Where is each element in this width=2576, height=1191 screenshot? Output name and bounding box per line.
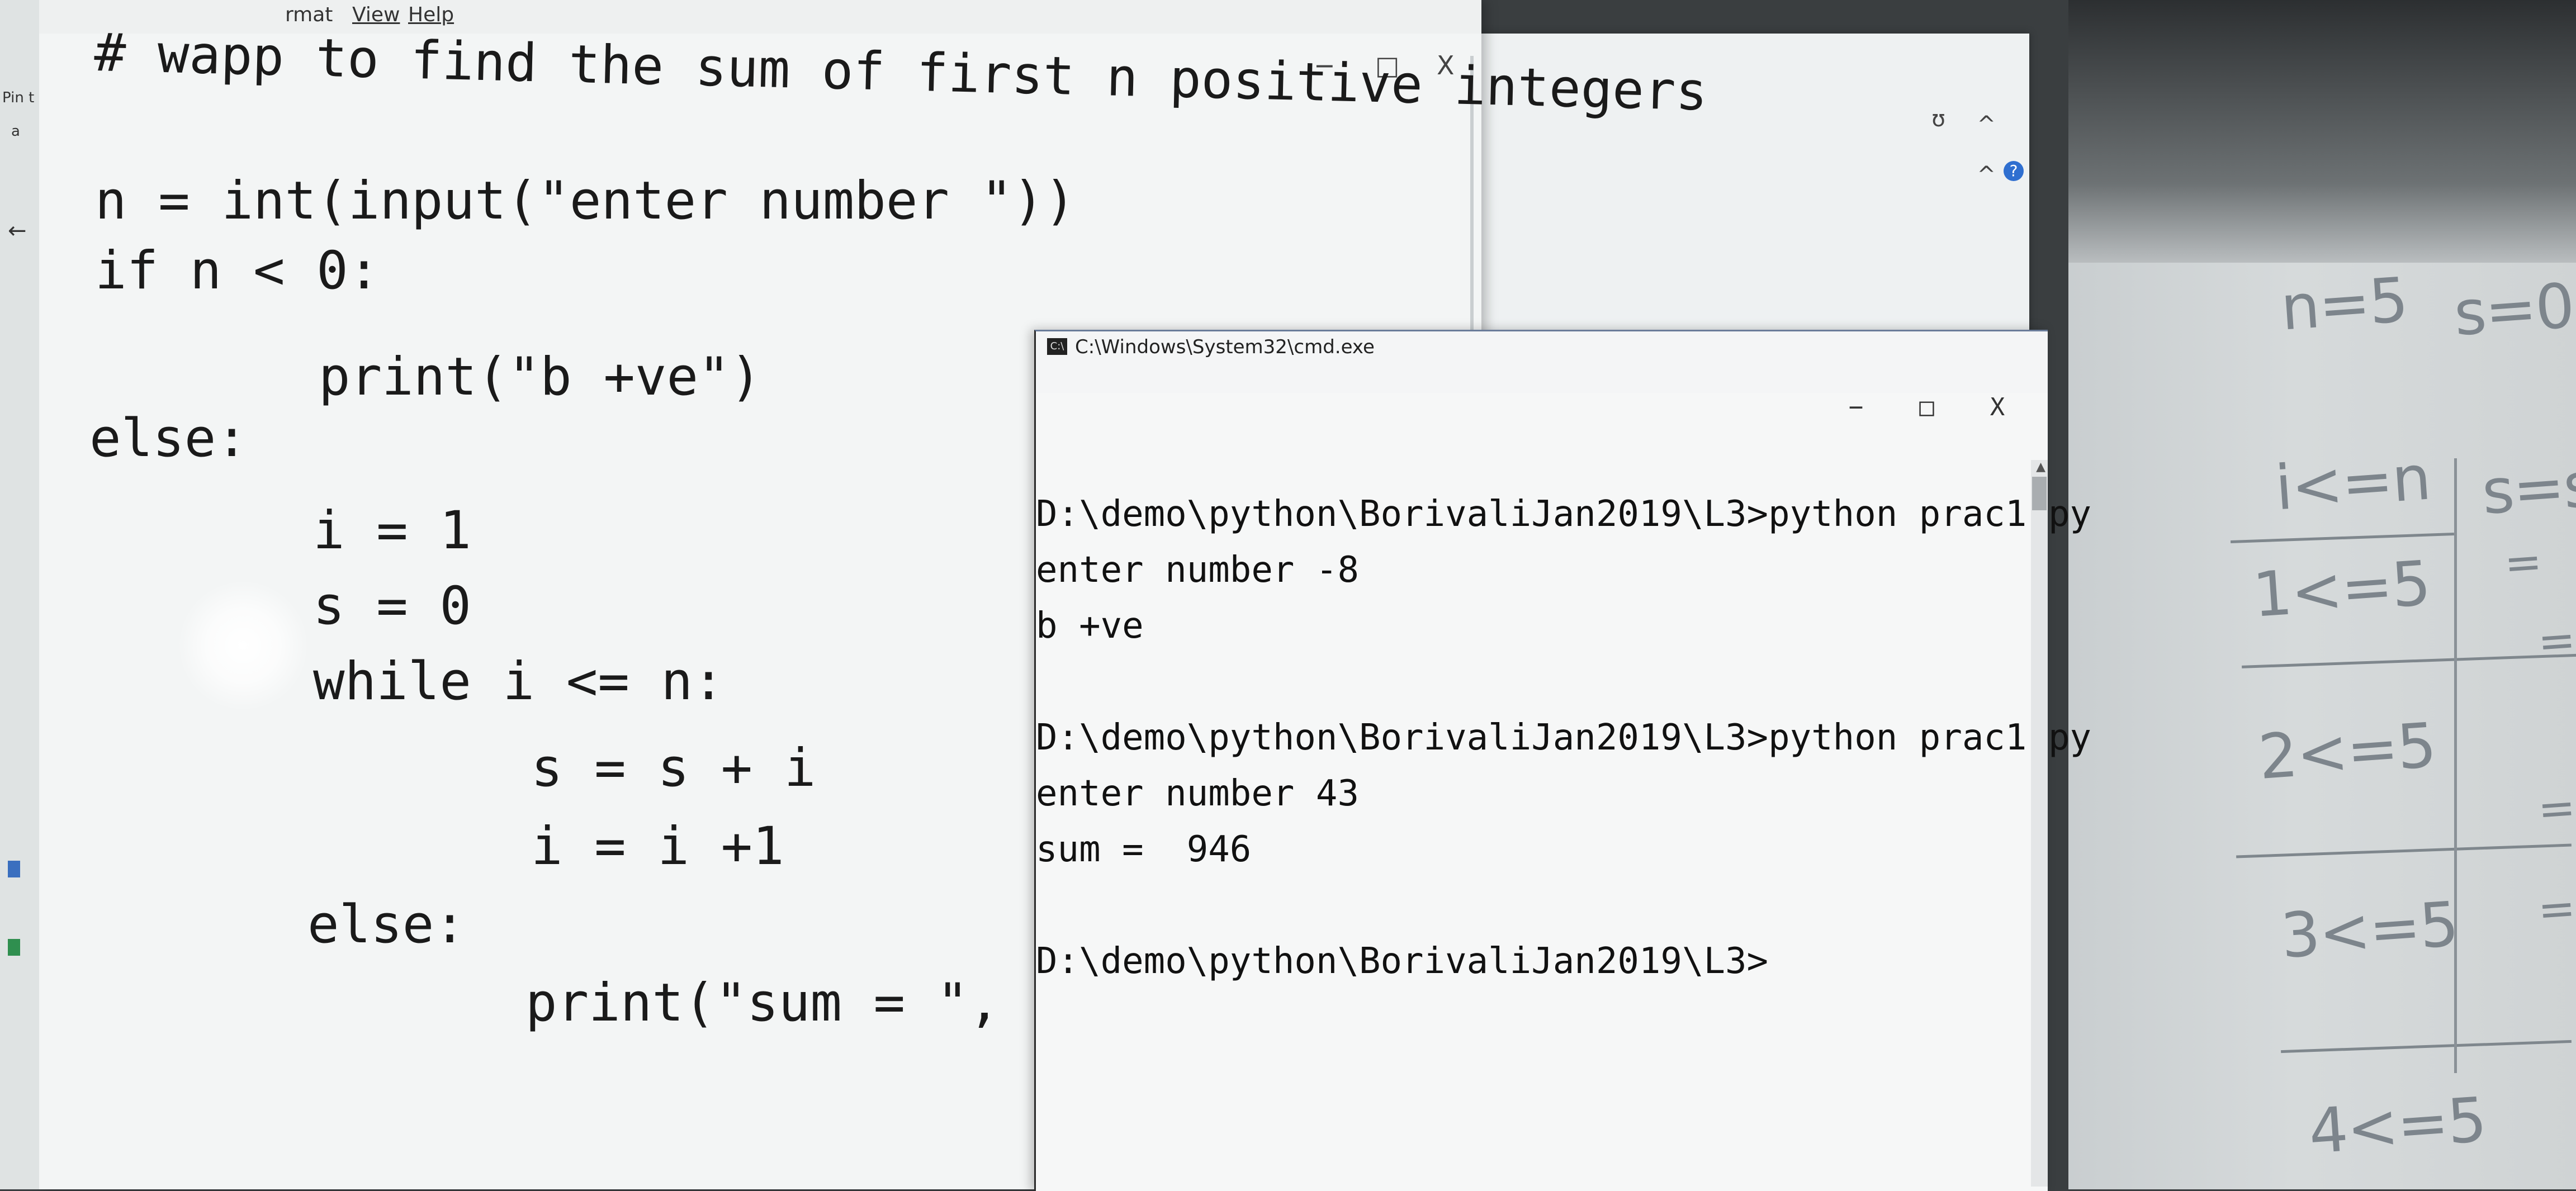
code-line-7[interactable]: s = 0 xyxy=(313,576,471,637)
cmd-window-controls: − □ X xyxy=(1828,393,2025,421)
menu-help[interactable]: Help xyxy=(408,3,454,26)
code-line-8[interactable]: while i <= n: xyxy=(313,651,724,712)
board-note: i<=n xyxy=(2272,442,2432,524)
code-line-6[interactable]: i = 1 xyxy=(313,500,471,561)
left-side-strip: Pin t a ← xyxy=(0,0,39,1189)
cmd-window: C:\ C:\Windows\System32\cmd.exe − □ X D:… xyxy=(1034,330,2091,1191)
menu-view[interactable]: View xyxy=(352,3,400,26)
chevron-up-icon[interactable]: ^ xyxy=(1977,112,1996,137)
cmd-minimize-button[interactable]: − xyxy=(1828,393,1884,421)
board-note: = xyxy=(2536,613,2576,668)
cmd-output-line: D:\demo\python\BorivaliJan2019\L3>python… xyxy=(1036,494,2092,535)
code-line-4[interactable]: print("b +ve") xyxy=(319,347,761,407)
cmd-output-line: b +ve xyxy=(1036,605,1144,647)
taskbar-app-icon[interactable] xyxy=(8,861,20,877)
cmd-scrollbar[interactable] xyxy=(2031,460,2048,1187)
cmd-prompt-line[interactable]: D:\demo\python\BorivaliJan2019\L3> xyxy=(1036,941,1768,982)
pin-label[interactable]: Pin t xyxy=(2,89,34,106)
code-line-3[interactable]: if n < 0: xyxy=(95,240,380,301)
cmd-close-button[interactable]: X xyxy=(1969,393,2025,421)
code-line-1[interactable]: # wapp to find the sum of first n positi… xyxy=(93,22,1708,122)
whiteboard: n=5 s=0 i<=n s=s 1<=5 = 2<=5 3<=5 4<=5 =… xyxy=(2068,0,2576,1189)
board-shadow xyxy=(2068,0,2576,263)
code-line-2[interactable]: n = int(input("enter number ")) xyxy=(95,170,1076,231)
cmd-window-title: C:\Windows\System32\cmd.exe xyxy=(1075,336,1375,358)
board-note: = xyxy=(2536,881,2576,937)
cmd-output-line: sum = 946 xyxy=(1036,829,1252,870)
collapse-ribbon-icon[interactable]: ^ xyxy=(1977,162,1996,188)
scroll-up-icon[interactable]: ▲ xyxy=(2036,460,2045,474)
board-line xyxy=(2236,843,2572,858)
cmd-output-line: enter number -8 xyxy=(1036,549,1359,591)
board-line xyxy=(2231,533,2454,543)
cmd-titlebar[interactable]: C:\ C:\Windows\System32\cmd.exe xyxy=(1036,331,2048,393)
code-line-5[interactable]: else: xyxy=(89,408,248,469)
code-line-12[interactable]: print("sum = ", s) xyxy=(525,972,1095,1033)
board-line xyxy=(2242,653,2576,668)
board-note: n=5 xyxy=(2278,264,2410,344)
code-line-9[interactable]: s = s + i xyxy=(531,738,816,799)
back-arrow-icon[interactable]: ← xyxy=(8,218,27,244)
cmd-output-line: enter number 43 xyxy=(1036,773,1359,814)
code-line-11[interactable]: else: xyxy=(307,894,466,955)
code-line-10[interactable]: i = i +1 xyxy=(531,816,784,877)
cmd-scroll-thumb[interactable] xyxy=(2032,477,2047,510)
cmd-maximize-button[interactable]: □ xyxy=(1899,393,1955,421)
screen-glare xyxy=(179,581,307,710)
board-note: 2<=5 xyxy=(2256,709,2438,793)
pin-sub-label: a xyxy=(11,123,20,140)
help-icon[interactable]: ? xyxy=(2004,161,2024,181)
board-note: = xyxy=(2536,781,2576,836)
board-note: = xyxy=(2502,535,2543,590)
board-note: s=0 xyxy=(2451,269,2576,350)
board-note: 4<=5 xyxy=(2306,1084,2488,1168)
board-note: s=s xyxy=(2479,449,2576,528)
board-line xyxy=(2281,1040,2572,1054)
board-note: 3<=5 xyxy=(2278,888,2460,972)
cmd-output-line: D:\demo\python\BorivaliJan2019\L3>python… xyxy=(1036,717,2092,758)
cmd-app-icon: C:\ xyxy=(1047,338,1067,355)
board-line xyxy=(2454,458,2457,1073)
restore-icon[interactable]: ʊ xyxy=(1931,106,1945,132)
board-note: 1<=5 xyxy=(2250,547,2432,631)
menu-format[interactable]: rmat xyxy=(285,3,333,26)
taskbar-app-icon[interactable] xyxy=(8,939,20,956)
